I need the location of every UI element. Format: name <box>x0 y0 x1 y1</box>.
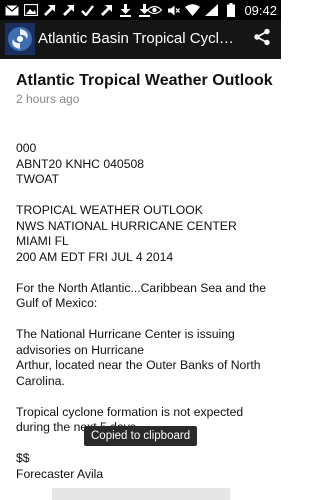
article-paragraph: 000 ABNT20 KNHC 040508 TWOAT <box>16 141 274 188</box>
article-line: NWS NATIONAL HURRICANE CENTER <box>16 218 237 233</box>
article-line: For the North Atlantic...Caribbean Sea a… <box>16 280 266 311</box>
arrow-up-right-icon <box>42 3 57 17</box>
bottom-bar <box>52 488 230 500</box>
download-icon <box>118 3 133 17</box>
article-line: The National Hurricane Center is issuing… <box>16 327 235 357</box>
battery-icon <box>223 3 238 17</box>
image-icon <box>23 3 38 17</box>
arrow-up-right-icon <box>99 3 114 17</box>
article-paragraph: TROPICAL WEATHER OUTLOOK NWS NATIONAL HUR… <box>16 203 274 265</box>
arrow-up-right-icon <box>61 3 76 17</box>
article-paragraph: For the North Atlantic...Caribbean Sea a… <box>16 281 274 312</box>
article-line: TROPICAL WEATHER OUTLOOK <box>16 203 203 217</box>
article-line: ABNT20 KNHC 040508 <box>16 156 145 171</box>
article-line: 000 <box>16 141 37 155</box>
article-line: $$ <box>16 451 30 465</box>
app-title: Atlantic Basin Tropical Cyclo… <box>38 30 238 47</box>
clock: 09:42 <box>244 2 277 18</box>
article-timestamp: 2 hours ago <box>16 92 80 106</box>
article-line: MIAMI FL <box>16 234 69 248</box>
article-line: Arthur, located near the Outer Banks of … <box>16 358 261 388</box>
status-bar: 09:42 <box>0 0 281 20</box>
app-logo-icon[interactable] <box>5 23 35 55</box>
notification-icons <box>4 2 152 18</box>
signal-icon <box>204 3 219 17</box>
share-button[interactable] <box>251 28 273 50</box>
system-icons: 09:42 <box>147 2 277 18</box>
article-line: TWOAT <box>16 172 60 186</box>
share-icon <box>253 28 271 50</box>
article-title: Atlantic Tropical Weather Outlook <box>16 72 273 89</box>
email-icon <box>4 3 19 17</box>
article-line: 200 AM EDT FRI JUL 4 2014 <box>16 249 174 264</box>
wifi-icon <box>185 3 201 17</box>
article-paragraph: $$ Forecaster Avila <box>16 451 274 482</box>
check-icon <box>80 3 95 17</box>
toast-message: Copied to clipboard <box>84 426 198 446</box>
article-line: Forecaster Avila <box>16 466 104 481</box>
article-paragraph: The National Hurricane Center is issuing… <box>16 327 274 389</box>
eye-icon <box>147 3 163 17</box>
mute-icon <box>166 3 181 17</box>
action-bar: Atlantic Basin Tropical Cyclo… <box>0 20 281 59</box>
